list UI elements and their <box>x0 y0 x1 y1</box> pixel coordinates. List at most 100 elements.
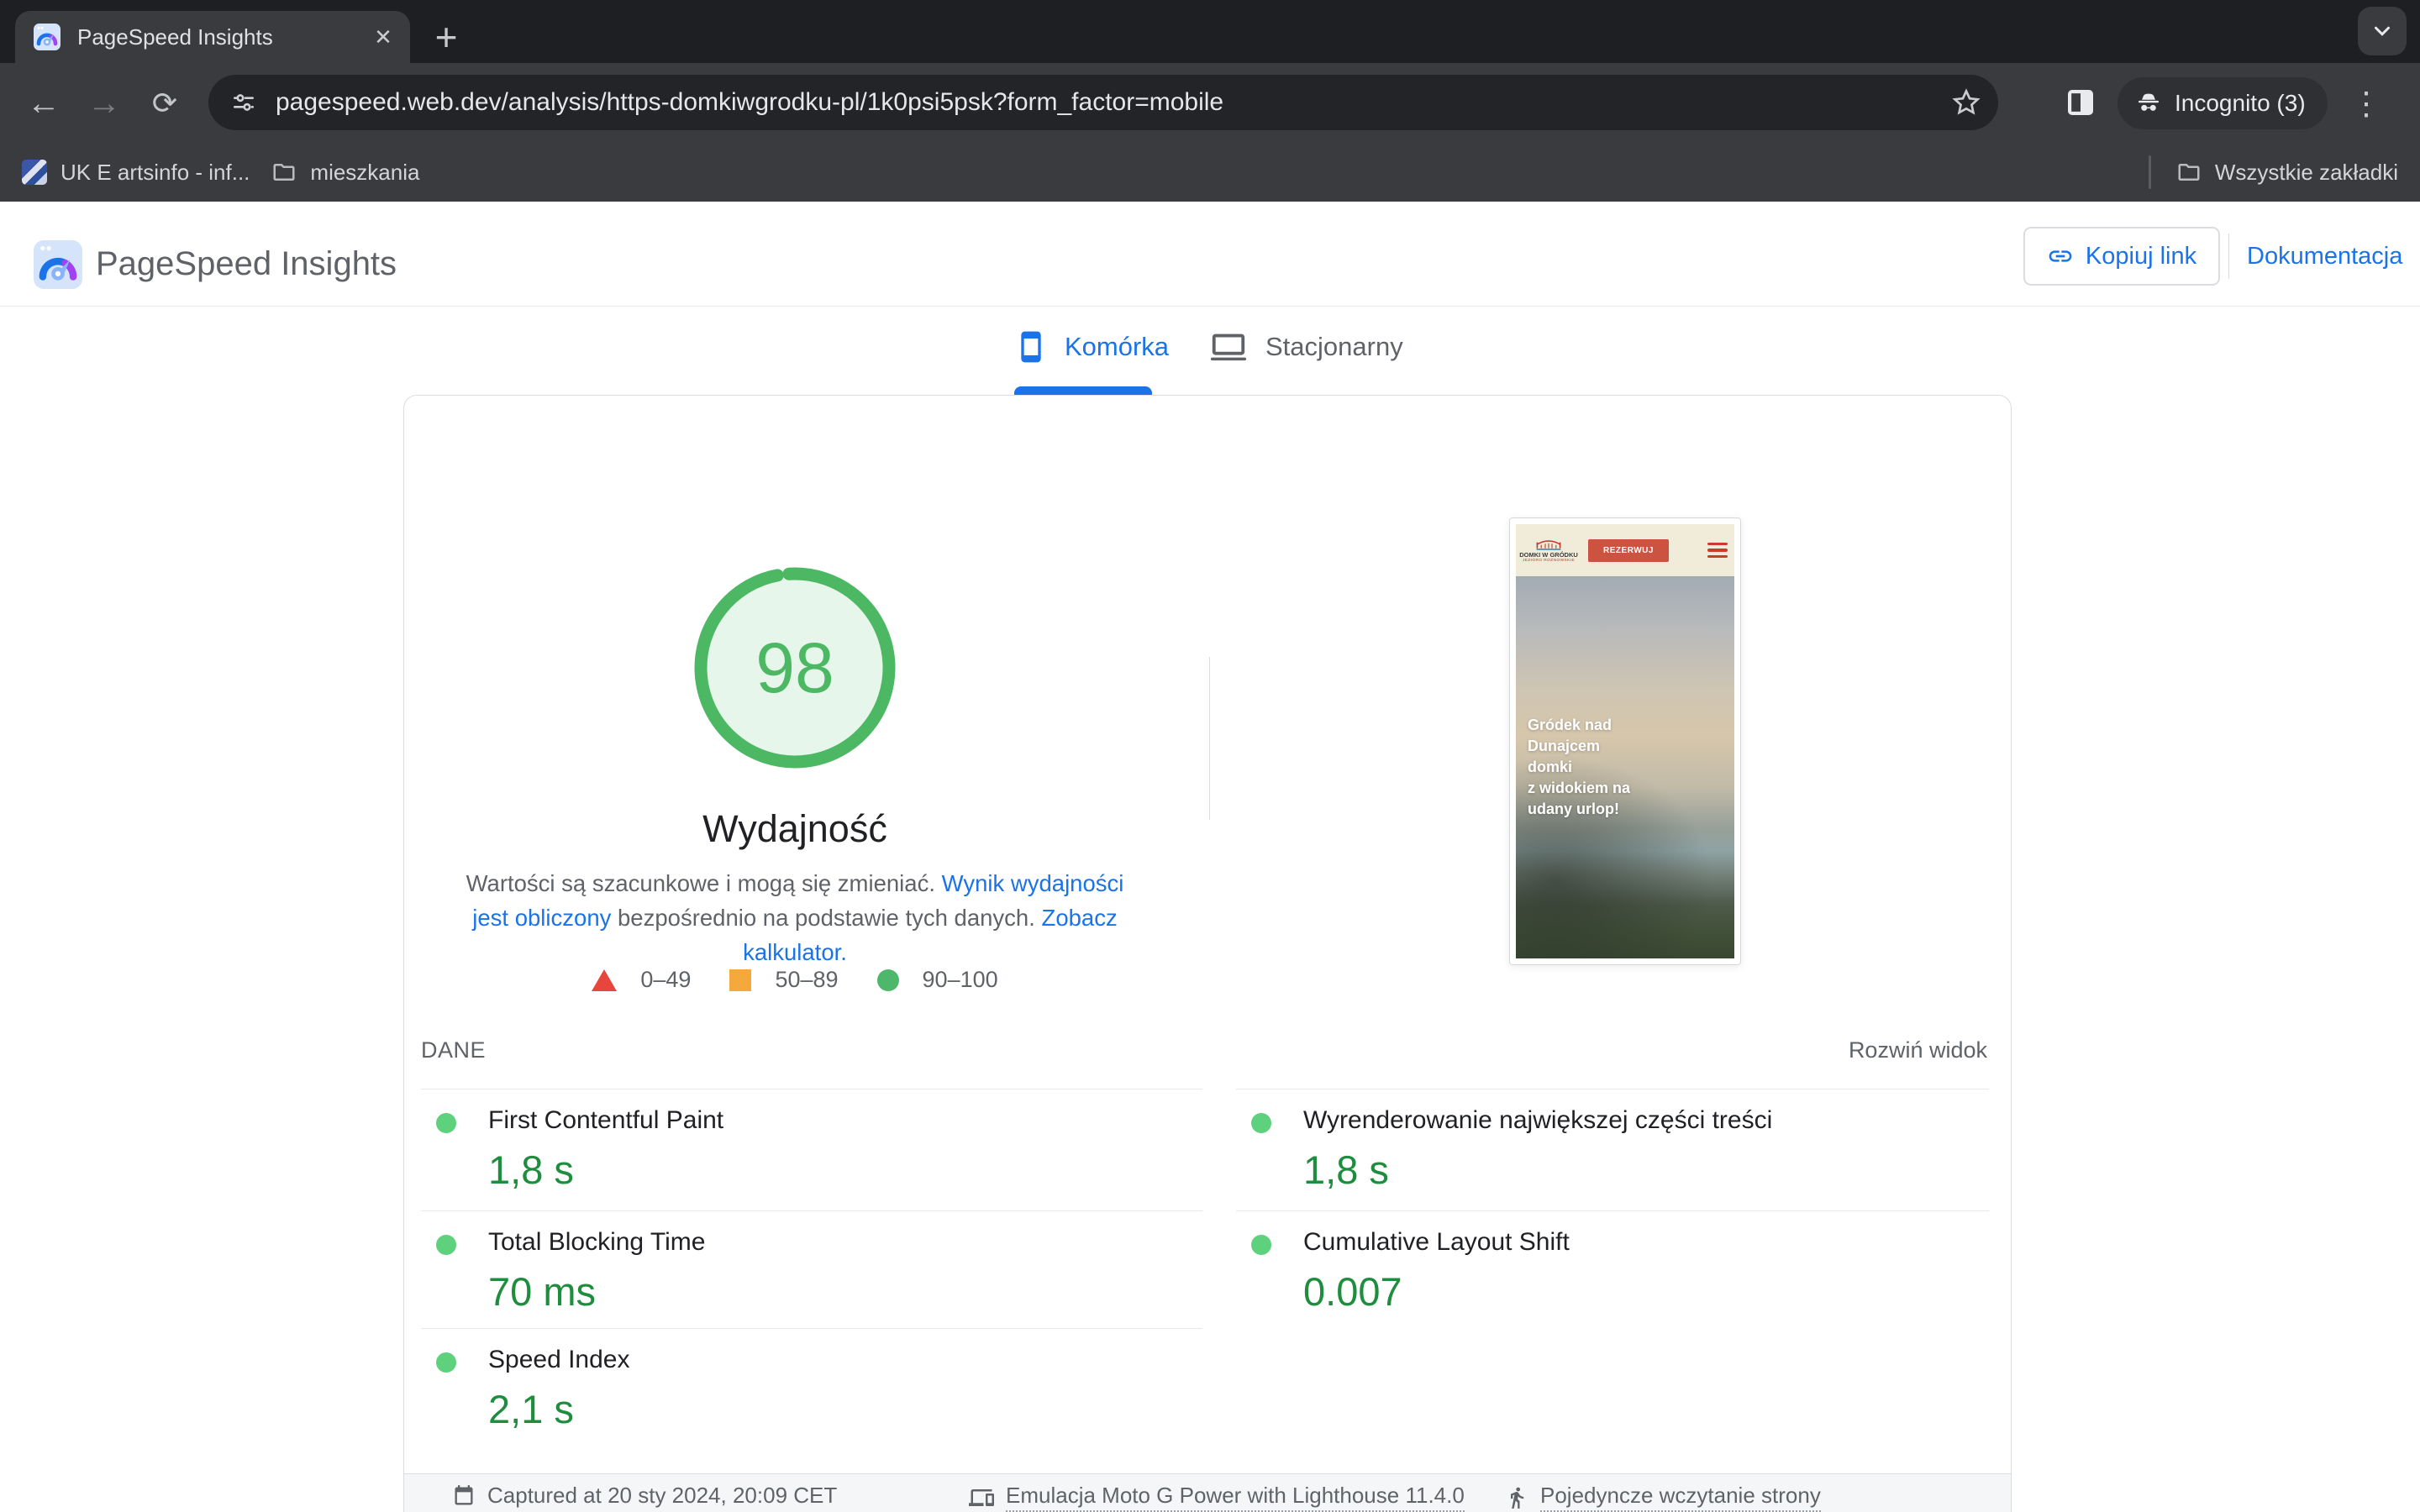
score-legend: 0–49 50–89 90–100 <box>404 967 1186 993</box>
copy-link-label: Kopiuj link <box>2085 242 2197 270</box>
report-card: 98 Wydajność Wartości są szacunkowe i mo… <box>403 395 2012 1512</box>
bookmarks-bar: UK E artsinfo - inf... mieszkania Wszyst… <box>0 143 2420 202</box>
bookmark-favicon <box>22 160 47 185</box>
metric-label: Wyrenderowanie największej części treści <box>1303 1106 1773 1134</box>
browser-toolbar: ← → ⟳ pagespeed.web.dev/analysis/https-d… <box>0 63 2420 143</box>
url-text: pagespeed.web.dev/analysis/https-domkiwg… <box>276 88 1224 116</box>
calendar-icon <box>455 1484 473 1504</box>
incognito-label: Incognito (3) <box>2175 90 2306 116</box>
metric-label: First Contentful Paint <box>488 1106 724 1134</box>
thumb-site-logo: DOMKI W GRÓDKU JEZIORO ROŻNOWSKIE <box>1519 538 1578 563</box>
link-icon <box>2049 250 2072 262</box>
capture-time: Captured at 20 sty 2024, 20:09 CET <box>452 1483 837 1509</box>
smartphone-icon <box>1021 331 1041 363</box>
bookmark-folder[interactable]: mieszkania <box>271 160 419 186</box>
bookmarks-separator <box>2148 155 2151 189</box>
green-circle-icon <box>876 969 899 991</box>
disclaimer-text: bezpośrednio na podstawie tych danych. <box>611 905 1042 931</box>
metric-value: 1,8 s <box>1303 1147 1389 1192</box>
legend-range: 50–89 <box>775 967 839 992</box>
tab-search-button[interactable] <box>2358 7 2407 55</box>
hamburger-menu-icon <box>1707 542 1728 559</box>
pagespeed-favicon-icon <box>34 24 60 50</box>
url-bar[interactable]: pagespeed.web.dev/analysis/https-domkiwg… <box>208 75 1998 130</box>
site-info-icon[interactable] <box>230 89 257 116</box>
copy-link-button[interactable]: Kopiuj link <box>2023 227 2220 286</box>
metric-value: 2,1 s <box>488 1387 574 1431</box>
bridge-logo-icon <box>1536 540 1561 550</box>
reload-button[interactable]: ⟳ <box>146 85 183 122</box>
performance-score-value: 98 <box>755 627 834 707</box>
active-tab-indicator <box>1014 386 1152 395</box>
metric-value: 1,8 s <box>488 1147 574 1192</box>
expand-view-link[interactable]: Rozwiń widok <box>1849 1037 1987 1063</box>
green-dot-icon <box>436 1113 456 1133</box>
new-tab-button[interactable]: + <box>424 15 468 59</box>
orange-square-icon <box>729 969 752 991</box>
metrics-column-right: Wyrenderowanie największej części treści… <box>1236 1089 1989 1332</box>
legend-item-mid: 50–89 <box>729 967 839 993</box>
incognito-badge[interactable]: Incognito (3) <box>2118 77 2328 129</box>
thumb-site-header: DOMKI W GRÓDKU JEZIORO ROŻNOWSKIE REZERW… <box>1516 524 1734 576</box>
disclaimer-text: Wartości są szacunkowe i mogą się zmieni… <box>466 870 942 896</box>
browser-menu-icon[interactable]: ⋮ <box>2346 83 2386 123</box>
metric-value: 70 ms <box>488 1269 596 1314</box>
folder-icon <box>273 164 295 181</box>
metrics-section-label: DANE <box>421 1037 487 1063</box>
metrics-column-left: First Contentful Paint 1,8 s Total Block… <box>421 1089 1202 1450</box>
metric-row: Wyrenderowanie największej części treści… <box>1236 1089 1989 1210</box>
run-type-info[interactable]: Pojedyncze wczytanie strony <box>1505 1483 1821 1512</box>
red-triangle-icon <box>592 969 618 991</box>
tab-mobile[interactable]: Komórka <box>1014 328 1169 366</box>
green-dot-icon <box>436 1235 456 1255</box>
metric-row: First Contentful Paint 1,8 s <box>421 1089 1202 1210</box>
metric-label: Speed Index <box>488 1346 630 1373</box>
all-bookmarks-label: Wszystkie zakładki <box>2214 159 2398 185</box>
metric-row: Cumulative Layout Shift 0.007 <box>1236 1210 1989 1332</box>
thumb-hero-image: Gródek nad Dunajcem domki z widokiem na … <box>1516 576 1734 958</box>
bookmark-folder-label: mieszkania <box>310 159 420 185</box>
side-panel-icon[interactable] <box>2063 86 2098 119</box>
metric-label: Total Blocking Time <box>488 1228 706 1256</box>
metric-row: Total Blocking Time 70 ms <box>421 1210 1202 1328</box>
thumb-headline: Gródek nad Dunajcem domki z widokiem na … <box>1528 717 1631 817</box>
incognito-icon <box>2138 93 2160 111</box>
metric-label: Cumulative Layout Shift <box>1303 1228 1570 1256</box>
metric-row: Speed Index 2,1 s <box>421 1328 1202 1450</box>
emulation-info[interactable]: Emulacja Moto G Power with Lighthouse 11… <box>969 1483 1465 1512</box>
page-content: PageSpeed Insights Kopiuj link Dokumenta… <box>0 202 2420 1512</box>
chevron-down-icon <box>2375 26 2390 36</box>
tab-mobile-label: Komórka <box>1065 332 1170 361</box>
report-footer: Captured at 20 sty 2024, 20:09 CET Emula… <box>404 1473 2011 1512</box>
tab-desktop-label: Stacjonarny <box>1265 332 1403 361</box>
bookmark-label: UK E artsinfo - inf... <box>60 159 250 185</box>
all-bookmarks-button[interactable]: Wszystkie zakładki <box>2176 160 2398 186</box>
bookmark-star-icon[interactable] <box>1951 87 1981 118</box>
person-walk-icon <box>1511 1487 1524 1509</box>
browser-window: PageSpeed Insights ✕ + ← → ⟳ pagespeed.w… <box>0 0 2420 1512</box>
folder-icon <box>2178 164 2200 181</box>
legend-item-high: 90–100 <box>876 967 998 993</box>
tab-desktop[interactable]: Stacjonarny <box>1208 328 1403 366</box>
legend-range: 90–100 <box>922 967 998 992</box>
section-divider <box>1209 657 1210 820</box>
forward-button[interactable]: → <box>86 85 123 122</box>
laptop-icon <box>1210 333 1247 361</box>
tab-close-icon[interactable]: ✕ <box>366 20 400 54</box>
back-button[interactable]: ← <box>25 85 62 122</box>
thumb-reserve-button: REZERWUJ <box>1588 538 1669 562</box>
site-screenshot-thumbnail[interactable]: DOMKI W GRÓDKU JEZIORO ROŻNOWSKIE REZERW… <box>1509 517 1741 965</box>
page-title: PageSpeed Insights <box>96 244 397 282</box>
score-disclaimer: Wartości są szacunkowe i mogą się zmieni… <box>455 866 1135 969</box>
tab-strip: PageSpeed Insights ✕ + <box>0 0 2420 63</box>
legend-range: 0–49 <box>640 967 692 992</box>
bookmark-item[interactable]: UK E artsinfo - inf... <box>22 160 250 186</box>
green-dot-icon <box>1251 1113 1271 1133</box>
green-dot-icon <box>436 1352 456 1373</box>
header-divider <box>0 306 2420 307</box>
performance-score-gauge[interactable]: 98 <box>694 567 896 769</box>
browser-tab[interactable]: PageSpeed Insights ✕ <box>15 11 410 63</box>
documentation-link[interactable]: Dokumentacja <box>2247 227 2402 286</box>
header-separator <box>2228 234 2229 279</box>
legend-item-low: 0–49 <box>592 967 691 993</box>
